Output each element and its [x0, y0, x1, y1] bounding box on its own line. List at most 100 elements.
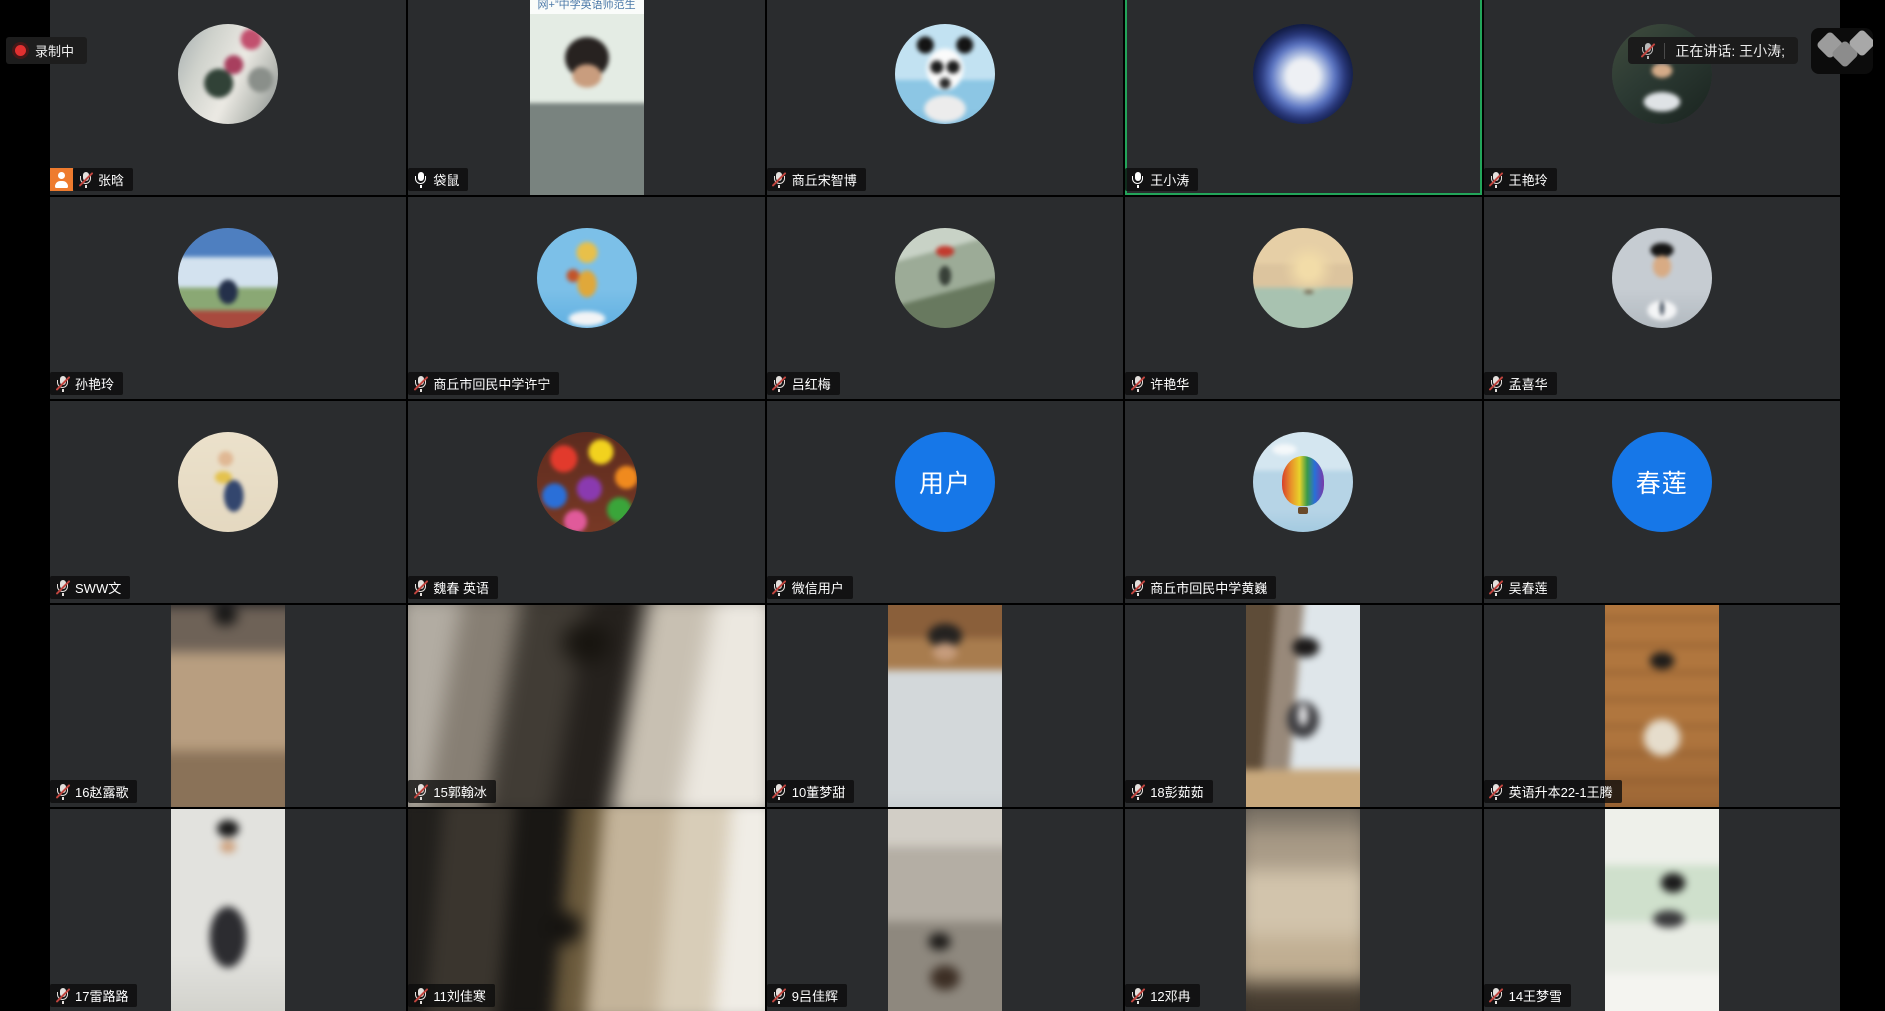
participant-name: 英语升本22-1王腾	[1509, 782, 1613, 801]
participant-tile[interactable]: 商丘市回民中学黄巍	[1125, 401, 1481, 603]
participant-tile[interactable]: 商丘市回民中学许宁	[408, 197, 764, 399]
mic-icon	[1131, 783, 1144, 801]
participant-tile[interactable]: 英语升本22-1王腾	[1484, 605, 1840, 807]
mic-icon	[773, 987, 786, 1005]
video-feed	[1246, 809, 1360, 1011]
mic-icon	[79, 171, 92, 189]
video-image	[1605, 809, 1719, 1011]
participant-tile[interactable]: 17雷路路	[50, 809, 406, 1011]
participant-tile[interactable]: 春莲 吴春莲	[1484, 401, 1840, 603]
participant-name: 张晗	[98, 170, 124, 189]
recording-indicator[interactable]: 录制中	[6, 37, 87, 64]
participant-tile[interactable]: 张晗	[50, 0, 406, 195]
avatar: 春莲	[1612, 432, 1712, 532]
participant-label: 17雷路路	[50, 984, 137, 1007]
speaking-label: 正在讲话: 王小涛;	[1675, 41, 1785, 61]
mic-icon	[414, 579, 427, 597]
mic-icon	[56, 375, 69, 393]
cursor-overlay-icon	[1811, 28, 1873, 74]
participant-name: 商丘宋智博	[792, 170, 857, 189]
participant-name: 商丘市回民中学许宁	[433, 374, 550, 393]
video-feed	[408, 809, 764, 1011]
avatar	[537, 432, 637, 532]
avatar-image	[1612, 228, 1712, 328]
participant-tile[interactable]: 16赵露歌	[50, 605, 406, 807]
video-banner: 网+”中学英语师范生	[530, 0, 644, 14]
participant-tile[interactable]: 18彭茹茹	[1125, 605, 1481, 807]
participant-tile[interactable]: 孙艳玲	[50, 197, 406, 399]
participant-tile[interactable]: 吕红梅	[767, 197, 1123, 399]
mic-icon	[773, 783, 786, 801]
participant-tile[interactable]: SWW文	[50, 401, 406, 603]
video-image	[171, 809, 285, 1011]
mic-icon	[1131, 171, 1144, 189]
video-feed	[888, 605, 1002, 807]
participant-name: 17雷路路	[75, 986, 128, 1005]
video-image	[408, 809, 764, 1011]
mic-icon	[1490, 171, 1503, 189]
participant-tile[interactable]: 王艳玲	[1484, 0, 1840, 195]
avatar	[1612, 228, 1712, 328]
participant-name: 魏春 英语	[433, 578, 489, 597]
avatar: 用户	[895, 432, 995, 532]
participant-label: 14王梦雪	[1484, 984, 1571, 1007]
mic-icon	[1490, 579, 1503, 597]
mic-icon	[1490, 783, 1503, 801]
participant-label: 英语升本22-1王腾	[1484, 780, 1622, 803]
participant-tile[interactable]: 许艳华	[1125, 197, 1481, 399]
participant-tile[interactable]: 网+”中学英语师范生 袋鼠	[408, 0, 764, 195]
participant-tile[interactable]: 11刘佳寒	[408, 809, 764, 1011]
participant-label: 孟喜华	[1484, 372, 1557, 395]
participant-name: 9吕佳辉	[792, 986, 838, 1005]
avatar	[1253, 432, 1353, 532]
participant-name: 15郭翰冰	[433, 782, 486, 801]
participant-tile[interactable]: 14王梦雪	[1484, 809, 1840, 1011]
video-feed	[1605, 809, 1719, 1011]
participant-label: 16赵露歌	[50, 780, 137, 803]
participant-label: 微信用户	[767, 576, 853, 599]
participant-name: 18彭茹茹	[1150, 782, 1203, 801]
video-feed	[1605, 605, 1719, 807]
avatar-image	[895, 228, 995, 328]
participant-tile[interactable]: 王小涛	[1125, 0, 1481, 195]
participant-tile[interactable]: 用户 微信用户	[767, 401, 1123, 603]
participant-name: 王小涛	[1150, 170, 1189, 189]
avatar	[537, 228, 637, 328]
participant-tile[interactable]: 孟喜华	[1484, 197, 1840, 399]
participant-label: 15郭翰冰	[408, 780, 495, 803]
avatar-image	[537, 228, 637, 328]
avatar-initials: 春莲	[1636, 464, 1688, 500]
meeting-window: { "overlays": { "recording": { "label": …	[0, 0, 1885, 1001]
participant-label: 张晗	[50, 168, 133, 191]
participant-label: 许艳华	[1125, 372, 1198, 395]
avatar	[895, 228, 995, 328]
video-image	[1605, 605, 1719, 807]
muted-mic-icon	[1641, 42, 1654, 60]
participant-tile[interactable]: 商丘宋智博	[767, 0, 1123, 195]
participant-tile[interactable]: 9吕佳辉	[767, 809, 1123, 1011]
participant-name: 王艳玲	[1509, 170, 1548, 189]
mic-icon	[1131, 987, 1144, 1005]
participant-name: 微信用户	[792, 578, 844, 597]
participant-label: 吕红梅	[767, 372, 840, 395]
video-image	[530, 0, 644, 195]
mic-icon	[56, 987, 69, 1005]
participant-name: 许艳华	[1150, 374, 1189, 393]
participant-tile[interactable]: 10董梦甜	[767, 605, 1123, 807]
participant-tile[interactable]: 魏春 英语	[408, 401, 764, 603]
participant-tile[interactable]: 15郭翰冰	[408, 605, 764, 807]
participant-tile[interactable]: 12邓冉	[1125, 809, 1481, 1011]
participant-name: 11刘佳寒	[433, 986, 486, 1005]
video-feed	[1246, 605, 1360, 807]
recording-label: 录制中	[35, 41, 74, 60]
mic-icon	[773, 579, 786, 597]
video-image	[888, 809, 1002, 1011]
participant-label: 商丘市回民中学许宁	[408, 372, 559, 395]
avatar	[178, 24, 278, 124]
participant-name: 袋鼠	[433, 170, 459, 189]
video-feed	[408, 605, 764, 807]
speaking-banner: 正在讲话: 王小涛;	[1628, 37, 1798, 64]
video-feed: 网+”中学英语师范生	[530, 0, 644, 195]
mic-icon	[414, 783, 427, 801]
video-feed	[171, 809, 285, 1011]
